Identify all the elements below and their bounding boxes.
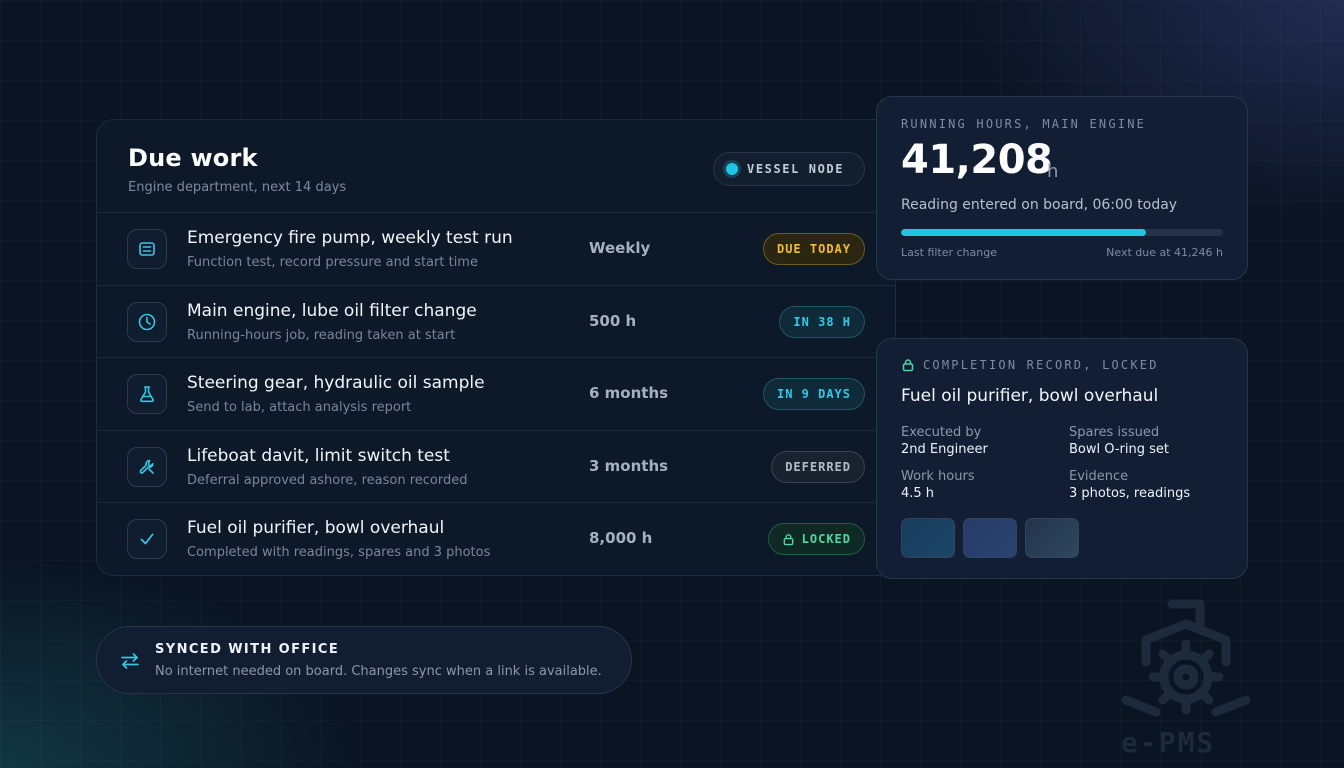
sync-description: No internet needed on board. Changes syn… xyxy=(155,664,602,679)
logo-wordmark: e-PMS xyxy=(1121,726,1216,759)
evidence-photo-thumbnail[interactable] xyxy=(963,518,1017,558)
task-interval: 6 months xyxy=(589,384,669,403)
field-label: Spares issued xyxy=(1069,425,1160,440)
task-subtitle: Running-hours job, reading taken at star… xyxy=(187,327,456,343)
field-value: 2nd Engineer xyxy=(901,442,988,457)
due-work-panel: Due work Engine department, next 14 days… xyxy=(96,119,896,576)
task-subtitle: Completed with readings, spares and 3 ph… xyxy=(187,545,491,561)
due-work-title: Due work xyxy=(128,144,258,172)
field-work-hours: Work hours 4.5 h xyxy=(901,469,975,501)
status-badge: LOCKED xyxy=(767,523,865,556)
task-title: Emergency fire pump, weekly test run xyxy=(187,228,513,248)
task-row[interactable]: Emergency fire pump, weekly test run Fun… xyxy=(97,213,895,286)
sync-status-banner: SYNCED WITH OFFICE No internet needed on… xyxy=(96,626,632,694)
task-title: Fuel oil purifier, bowl overhaul xyxy=(187,518,445,539)
task-row[interactable]: Fuel oil purifier, bowl overhaul Complet… xyxy=(97,503,895,575)
status-badge: IN 38 H xyxy=(779,305,865,338)
status-badge: IN 9 DAYS xyxy=(762,378,865,411)
sync-arrows-icon xyxy=(121,653,139,669)
vessel-node-label: VESSEL NODE xyxy=(747,162,845,176)
check-icon xyxy=(127,519,167,560)
task-row[interactable]: Main engine, lube oil filter change Runn… xyxy=(97,286,895,359)
status-badge-label: DEFERRED xyxy=(785,459,851,474)
flask-icon xyxy=(127,374,167,415)
field-value: 4.5 h xyxy=(901,486,935,501)
task-interval: 500 h xyxy=(589,311,637,330)
list-icon xyxy=(127,229,167,269)
field-label: Work hours xyxy=(901,469,975,484)
field-executed-by: Executed by 2nd Engineer xyxy=(901,425,988,457)
progress-start-label: Last filter change xyxy=(901,246,997,259)
task-title: Lifeboat davit, limit switch test xyxy=(187,445,450,466)
evidence-photos xyxy=(901,518,1079,558)
task-subtitle: Function test, record pressure and start… xyxy=(187,255,478,270)
running-hours-unit: h xyxy=(1047,161,1059,182)
wrench-icon xyxy=(127,446,167,487)
status-badge-label: IN 38 H xyxy=(793,314,851,329)
task-title: Main engine, lube oil filter change xyxy=(187,300,477,321)
field-value: Bowl O-ring set xyxy=(1069,442,1169,457)
task-subtitle: Deferral approved ashore, reason recorde… xyxy=(187,472,468,488)
due-work-subtitle: Engine department, next 14 days xyxy=(128,180,347,195)
status-badge-label: DUE TODAY xyxy=(776,242,851,256)
running-hours-value: 41,208 xyxy=(901,137,1053,183)
status-badge: DEFERRED xyxy=(771,450,865,483)
task-title: Steering gear, hydraulic oil sample xyxy=(187,373,485,394)
task-interval: Weekly xyxy=(589,239,651,257)
field-value: 3 photos, readings xyxy=(1069,486,1191,501)
completion-record-card: COMPLETION RECORD, LOCKED Fuel oil purif… xyxy=(876,338,1248,579)
filter-progress-fill xyxy=(901,229,1146,236)
completion-record-label: COMPLETION RECORD, LOCKED xyxy=(923,358,1159,372)
status-badge: DUE TODAY xyxy=(762,233,865,265)
field-evidence: Evidence 3 photos, readings xyxy=(1069,469,1190,501)
field-spares-issued: Spares issued Bowl O-ring set xyxy=(1069,425,1169,457)
vessel-node-badge[interactable]: VESSEL NODE xyxy=(713,152,865,186)
status-badge-label: LOCKED xyxy=(801,532,851,547)
running-hours-label: RUNNING HOURS, MAIN ENGINE xyxy=(901,117,1147,131)
due-work-header: Due work Engine department, next 14 days… xyxy=(97,120,895,213)
running-hours-card: RUNNING HOURS, MAIN ENGINE 41,208 h Read… xyxy=(876,96,1248,280)
sync-title: SYNCED WITH OFFICE xyxy=(155,642,340,657)
filter-progress-bar xyxy=(901,229,1223,236)
evidence-photo-thumbnail[interactable] xyxy=(901,518,955,558)
task-subtitle: Send to lab, attach analysis report xyxy=(187,400,412,416)
status-badge-label: IN 9 DAYS xyxy=(776,387,851,402)
task-interval: 8,000 h xyxy=(589,529,653,548)
completion-record-title: Fuel oil purifier, bowl overhaul xyxy=(901,386,1159,406)
lock-icon xyxy=(783,534,794,546)
lock-icon xyxy=(902,359,914,372)
vessel-node-status-dot xyxy=(726,163,738,175)
field-label: Executed by xyxy=(901,425,982,440)
task-row[interactable]: Lifeboat davit, limit switch test Deferr… xyxy=(97,431,895,504)
running-hours-note: Reading entered on board, 06:00 today xyxy=(901,197,1178,213)
progress-end-label: Next due at 41,246 h xyxy=(1106,246,1223,259)
task-row[interactable]: Steering gear, hydraulic oil sample Send… xyxy=(97,358,895,431)
clock-icon xyxy=(127,301,167,342)
completion-record-header: COMPLETION RECORD, LOCKED xyxy=(901,358,1159,372)
evidence-photo-thumbnail[interactable] xyxy=(1025,518,1079,558)
task-interval: 3 months xyxy=(589,456,669,475)
field-label: Evidence xyxy=(1069,469,1129,484)
